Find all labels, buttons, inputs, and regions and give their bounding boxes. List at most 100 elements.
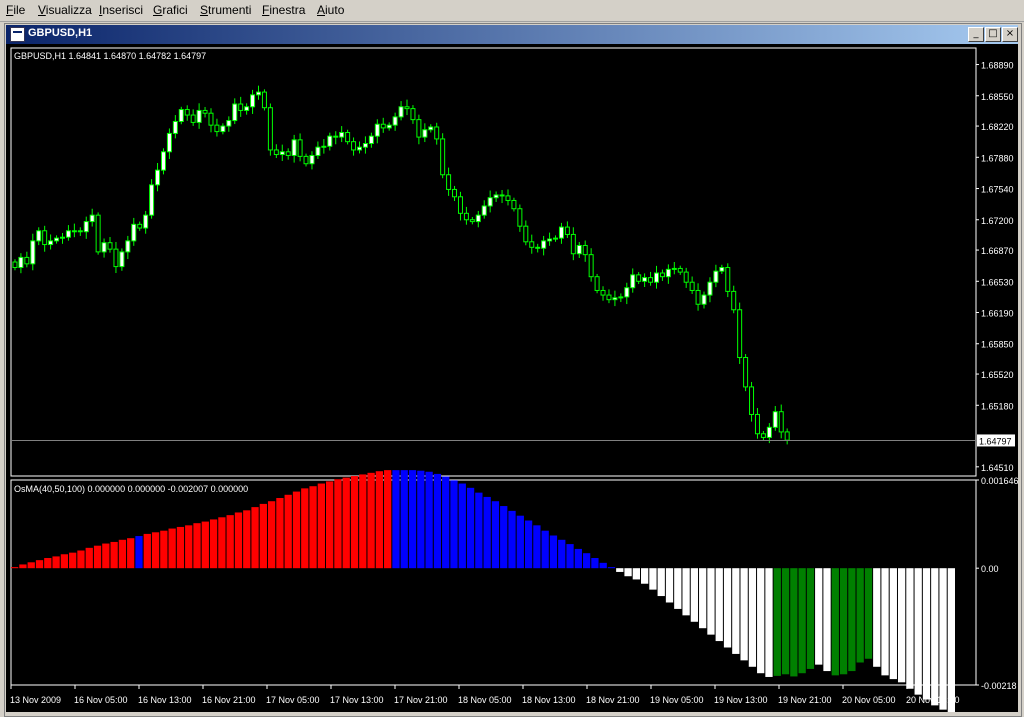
bear-candle (511, 199, 517, 210)
histogram-bar (582, 553, 591, 569)
histogram-bar (118, 539, 127, 569)
bear-candle (778, 411, 784, 433)
bear-candle (564, 226, 570, 235)
x-tick-label: 19 Nov 21:00 (778, 695, 832, 705)
y-tick-label: 0.00 (981, 564, 999, 574)
histogram-bar (193, 523, 201, 569)
histogram-bar (566, 544, 574, 569)
histogram-bar (442, 476, 450, 569)
bear-candle (505, 195, 511, 201)
histogram-bar (375, 471, 384, 569)
bear-candle (446, 174, 452, 190)
histogram-bar (624, 568, 632, 577)
histogram-bar (458, 483, 466, 569)
histogram-bar (906, 568, 914, 689)
histogram-bar (757, 568, 765, 674)
bull-candle (541, 240, 547, 249)
histogram-bar (243, 510, 251, 569)
bull-candle (487, 197, 493, 207)
bull-candle (291, 139, 297, 156)
histogram-bar (433, 473, 442, 569)
maximize-button[interactable]: □ (985, 27, 1001, 42)
menu-inserisci[interactable]: Inserisci (99, 3, 143, 17)
bull-candle (386, 124, 392, 129)
bull-candle (172, 120, 178, 134)
bull-candle (339, 131, 345, 138)
bear-candle (77, 230, 83, 233)
indicator-info: OsMA(40,50,100) 0.000000 0.000000 -0.002… (14, 484, 248, 494)
bull-candle (707, 281, 713, 296)
bear-candle (214, 124, 220, 133)
chart-canvas[interactable]: 1.68890 1.68550 1.68220 1.67880 1.67540 1.672… (6, 44, 1019, 714)
title-bar[interactable]: GBPUSD,H1 _ □ × (6, 25, 1018, 44)
histogram-bar (160, 530, 168, 569)
bull-candle (576, 244, 582, 255)
bear-candle (523, 225, 529, 243)
menu-visualizza[interactable]: Visualizza (38, 3, 92, 17)
menu-grafici[interactable]: Grafici (153, 3, 188, 17)
x-tick-label: 13 Nov 2009 (10, 695, 61, 705)
histogram-bar (359, 474, 367, 569)
histogram-bar (209, 519, 218, 569)
menu-bar: File Visualizza Inserisci Grafici Strumenti F… (0, 0, 1024, 22)
x-tick-label: 18 Nov 21:00 (586, 695, 640, 705)
histogram-bar (309, 486, 317, 569)
histogram-bar (425, 471, 433, 569)
histogram-bar (922, 568, 931, 700)
histogram-bar (574, 548, 582, 569)
bear-candle (440, 138, 446, 176)
histogram-bar (168, 528, 176, 569)
bull-candle (178, 109, 184, 122)
bull-candle (612, 297, 618, 301)
histogram-bar (226, 515, 234, 569)
bull-candle (220, 125, 226, 133)
histogram-bar (251, 507, 259, 569)
menu-strumenti[interactable]: Strumenti (200, 3, 251, 17)
menu-file[interactable]: File (6, 3, 25, 17)
menu-aiuto[interactable]: Aiuto (317, 3, 344, 17)
histogram-bar (400, 470, 408, 569)
bull-candle (54, 237, 60, 242)
x-tick-label: 20 Nov 13:00 (906, 695, 960, 705)
histogram-bar (823, 568, 831, 672)
bear-candle (12, 261, 18, 269)
bull-candle (101, 242, 107, 253)
histogram-bar (417, 470, 425, 569)
histogram-bar (326, 481, 334, 569)
histogram-bar (44, 558, 52, 569)
x-tick-label: 19 Nov 05:00 (650, 695, 704, 705)
close-button[interactable]: × (1002, 27, 1018, 42)
bull-candle (719, 267, 725, 272)
current-price-label: 1.64797 (979, 436, 1012, 446)
y-tick-label: 1.66530 (981, 277, 1014, 287)
bull-candle (642, 277, 648, 282)
bear-candle (582, 244, 588, 256)
bull-candle (713, 270, 719, 283)
menu-finestra[interactable]: Finestra (262, 3, 305, 17)
histogram-bar (690, 568, 699, 622)
bull-candle (71, 230, 77, 233)
bear-candle (743, 357, 749, 388)
histogram-bar (276, 498, 284, 569)
bull-candle (422, 129, 428, 138)
x-tick-label: 17 Nov 21:00 (394, 695, 448, 705)
minimize-button[interactable]: _ (968, 27, 984, 42)
bear-candle (345, 131, 351, 143)
bull-candle (309, 154, 315, 165)
histogram-bar (450, 480, 458, 569)
histogram-bar (475, 492, 483, 569)
bull-candle (392, 116, 398, 126)
bear-candle (529, 241, 535, 248)
bull-candle (226, 120, 232, 127)
x-tick-label: 18 Nov 13:00 (522, 695, 576, 705)
x-tick-label: 17 Nov 05:00 (266, 695, 320, 705)
bull-candle (149, 184, 155, 216)
chart-svg[interactable]: 1.68890 1.68550 1.68220 1.67880 1.67540 1.672… (6, 44, 1019, 714)
bull-candle (766, 426, 772, 438)
bear-candle (273, 149, 279, 156)
bear-candle (297, 139, 303, 157)
histogram-bar (897, 568, 906, 683)
histogram-bar (715, 568, 723, 642)
bull-candle (553, 237, 559, 240)
bear-candle (659, 272, 665, 278)
